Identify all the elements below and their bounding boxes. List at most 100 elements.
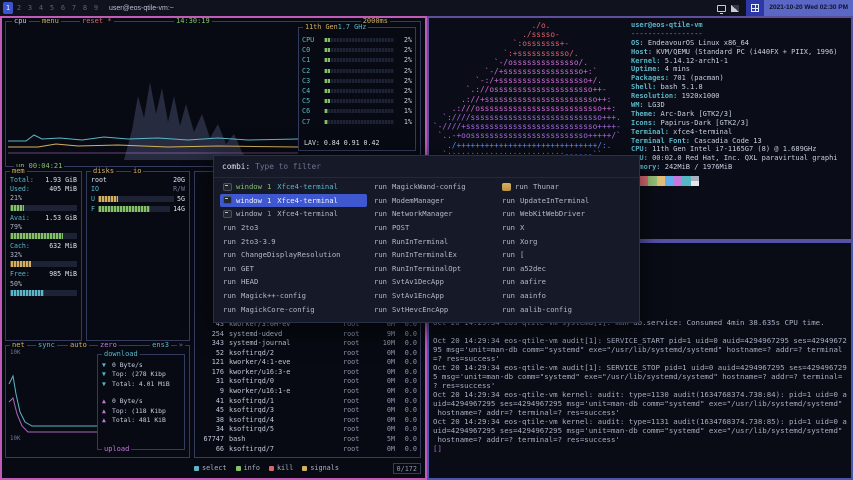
sync-tab[interactable]: sync <box>36 341 57 350</box>
launcher-window-entry[interactable]: window1Xfce4-terminal <box>220 207 367 221</box>
workspace-4[interactable]: 4 <box>36 2 46 14</box>
process-row[interactable]: 343systemd-journalroot10M0.0 <box>198 339 417 349</box>
core-meter <box>324 99 394 103</box>
workspace-6[interactable]: 6 <box>58 2 68 14</box>
process-row[interactable]: 31ksoftirqd/0root0M0.0 <box>198 377 417 387</box>
proc-footer-key[interactable]: signals <box>302 464 339 472</box>
launcher-run-entry[interactable]: runaalib-config <box>499 302 637 316</box>
process-row[interactable]: 67747bashroot5M0.0 <box>198 435 417 445</box>
process-user: root <box>343 425 373 435</box>
neofetch-info-line: OS: EndeavourOS Linux x86_64 <box>631 39 849 48</box>
launcher-filter-input[interactable]: Type to filter <box>255 162 321 171</box>
cpu-core-row: C52% <box>302 96 412 106</box>
process-pid: 67747 <box>198 435 224 445</box>
workspace-7[interactable]: 7 <box>69 2 79 14</box>
launcher-run-entry[interactable]: runPOST <box>371 221 497 235</box>
launcher-run-entry[interactable]: runHEAD <box>220 275 367 289</box>
memory-row-percent: 50% <box>10 280 77 289</box>
launcher-run-entry[interactable]: run2to3 <box>220 221 367 235</box>
ascii-art-line: ./sssso- <box>433 30 621 39</box>
workspace-3[interactable]: 3 <box>25 2 35 14</box>
info-value: LG3D <box>644 101 665 109</box>
launcher-run-entry[interactable]: runMagickWand-config <box>371 180 497 194</box>
launcher-run-entry[interactable]: runThunar <box>499 180 637 194</box>
memory-row-label: Cach: <box>10 242 30 251</box>
entry-title: POST <box>392 223 409 232</box>
entry-mode-label: run <box>515 182 528 191</box>
launcher-run-entry[interactable]: runWebKitWebDriver <box>499 207 637 221</box>
neofetch-info-line: Icons: Papirus-Dark [GTK2/3] <box>631 119 849 128</box>
entry-title: UpdateInTerminal <box>520 196 589 205</box>
launcher-run-entry[interactable]: runXorg <box>499 234 637 248</box>
proc-footer-key[interactable]: info <box>236 464 260 472</box>
launcher-run-entry[interactable]: runX <box>499 221 637 235</box>
reset-tab[interactable]: reset * <box>80 17 114 26</box>
display-icon[interactable] <box>717 5 726 12</box>
process-row[interactable]: 254systemd-udevdroot9M0.0 <box>198 330 417 340</box>
network-icon[interactable] <box>731 5 739 12</box>
process-row[interactable]: 9kworker/u16:1-eroot0M0.0 <box>198 387 417 397</box>
auto-tab[interactable]: auto <box>68 341 89 350</box>
launcher-run-entry[interactable]: runRunInTerminal <box>371 234 497 248</box>
workspace-1[interactable]: 1 <box>3 2 13 14</box>
disks-panel: disks io root 20G IO R/W U5GF14G <box>86 171 190 341</box>
process-row[interactable]: 38ksoftirqd/4root0M0.0 <box>198 416 417 426</box>
scroll-hint: » <box>177 341 185 350</box>
proc-footer-key-label: info <box>244 464 260 472</box>
process-user: root <box>343 339 373 349</box>
entry-title: 2to3 <box>241 223 258 232</box>
cpu-frequency: 11th Gen1.7 GHz <box>303 23 368 32</box>
process-mem: 0M <box>373 387 395 397</box>
qtile-logo-icon <box>746 0 764 16</box>
terminal-palette-bright <box>631 181 699 186</box>
core-percent: 2% <box>397 87 412 95</box>
log-line: hostname=? addr=? terminal=? res=success… <box>433 435 849 444</box>
process-name: kworker/4:1-eve <box>229 358 343 368</box>
core-meter-fill <box>324 109 328 113</box>
launcher-run-entry[interactable]: runSvtAv1EncApp <box>371 289 497 303</box>
launcher-run-entry[interactable]: runNetworkManager <box>371 207 497 221</box>
launcher-run-entry[interactable]: runRunInTerminalOpt <box>371 262 497 276</box>
launcher-run-entry[interactable]: runMagickCore-config <box>220 302 367 316</box>
launcher-run-entry[interactable]: runModemManager <box>371 194 497 208</box>
launcher-run-entry[interactable]: runa52dec <box>499 262 637 276</box>
tab-key-icon <box>194 466 199 471</box>
launcher-window-entry[interactable]: window1Xfce4-terminal <box>220 180 367 194</box>
menu-tab[interactable]: menu <box>40 17 61 26</box>
core-meter <box>324 48 394 52</box>
signals-key-icon <box>302 466 307 471</box>
launcher-window-entry[interactable]: window1Xfce4-terminal <box>220 194 367 208</box>
process-row[interactable]: 52ksoftirqd/2root0M0.0 <box>198 349 417 359</box>
process-row[interactable]: 41ksoftirqd/1root0M0.0 <box>198 397 417 407</box>
workspace-8[interactable]: 8 <box>80 2 90 14</box>
launcher-run-entry[interactable]: runGET <box>220 262 367 276</box>
net-upload-row: ▲0 Byte/s <box>102 397 182 406</box>
process-row[interactable]: 34ksoftirqd/5root0M0.0 <box>198 425 417 435</box>
workspace-9[interactable]: 9 <box>91 2 101 14</box>
disks-body: root 20G IO R/W U5GF14G <box>91 176 185 214</box>
launcher-run-entry[interactable]: runaafire <box>499 275 637 289</box>
process-row[interactable]: 45ksoftirqd/3root0M0.0 <box>198 406 417 416</box>
process-name: systemd-udevd <box>229 330 343 340</box>
launcher-run-entry[interactable]: runSvtAv1DecApp <box>371 275 497 289</box>
launcher-run-entry[interactable]: runRunInTerminalEx <box>371 248 497 262</box>
launcher-run-entry[interactable]: runaainfo <box>499 289 637 303</box>
launcher-run-entry[interactable]: runMagick++-config <box>220 289 367 303</box>
launcher-run-entry[interactable]: runSvtHevcEncApp <box>371 302 497 316</box>
zero-tab[interactable]: zero <box>98 341 119 350</box>
workspace-2[interactable]: 2 <box>14 2 24 14</box>
launcher-run-entry[interactable]: run2to3-3.9 <box>220 234 367 248</box>
launcher-run-entry[interactable]: run[ <box>499 248 637 262</box>
core-label: C4 <box>302 87 321 95</box>
process-pid: 66 <box>198 445 224 455</box>
process-row[interactable]: 66ksoftirqd/7root0M0.0 <box>198 445 417 455</box>
proc-footer-key[interactable]: kill <box>269 464 293 472</box>
entry-title: SvtHevcEncApp <box>392 305 448 314</box>
process-row[interactable]: 121kworker/4:1-everoot0M0.0 <box>198 358 417 368</box>
launcher-run-entry[interactable]: runChangeDisplayResolution <box>220 248 367 262</box>
process-row[interactable]: 176kworker/u16:3-eroot0M0.0 <box>198 368 417 378</box>
rofi-launcher[interactable]: combi: Type to filter window1Xfce4-termi… <box>213 155 640 323</box>
proc-footer-key[interactable]: select <box>194 464 227 472</box>
workspace-5[interactable]: 5 <box>47 2 57 14</box>
launcher-run-entry[interactable]: runUpdateInTerminal <box>499 194 637 208</box>
